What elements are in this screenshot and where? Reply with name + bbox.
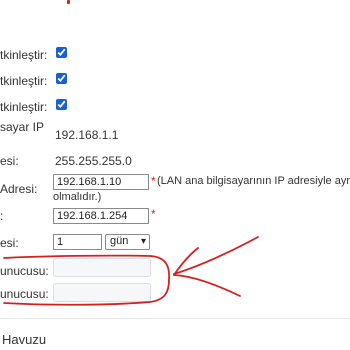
enable3-label: tkinleştir: — [0, 100, 48, 114]
dns2-label: unucusu: — [0, 287, 49, 301]
start-address-note-cont: olmalıdır.) — [53, 191, 102, 203]
enable1-checkbox[interactable] — [56, 47, 67, 58]
section-title: Havuzu — [2, 332, 47, 347]
lease-unit-value: gün — [110, 235, 129, 247]
dns2-input[interactable] — [53, 283, 151, 302]
start-address-label: Adresi: — [0, 182, 38, 196]
enable3-checkbox[interactable] — [56, 99, 67, 110]
start-address-note: (LAN ana bilgisayarının IP adresiyle ayn… — [157, 175, 350, 187]
ip-label: sayar IP — [0, 120, 45, 134]
lease-time-label: esi: — [0, 236, 19, 250]
enable2-checkbox[interactable] — [56, 73, 67, 84]
start-address-input[interactable] — [53, 174, 149, 190]
lease-unit-select[interactable]: gün ▾ — [105, 234, 150, 250]
start-required-marker: * — [151, 174, 156, 188]
ip-value: 192.168.1.1 — [55, 128, 119, 142]
mask-label: esi: — [0, 154, 19, 168]
annotation-arrow-head — [173, 247, 241, 297]
enable1-label: tkinleştir: — [0, 48, 48, 62]
dns1-label: unucusu: — [0, 264, 49, 278]
annotation-arrow-shaft — [173, 236, 259, 275]
end-address-label: : — [0, 209, 4, 223]
end-address-input[interactable] — [53, 208, 149, 224]
lease-time-input[interactable] — [53, 234, 102, 250]
mask-value: 255.255.255.0 — [55, 154, 132, 168]
end-required-marker: * — [151, 207, 156, 221]
annotation-dot — [67, 0, 70, 4]
enable2-label: tkinleştir: — [0, 74, 48, 88]
dns1-input[interactable] — [53, 258, 151, 277]
chevron-down-icon: ▾ — [140, 236, 146, 247]
section-divider — [0, 318, 350, 319]
